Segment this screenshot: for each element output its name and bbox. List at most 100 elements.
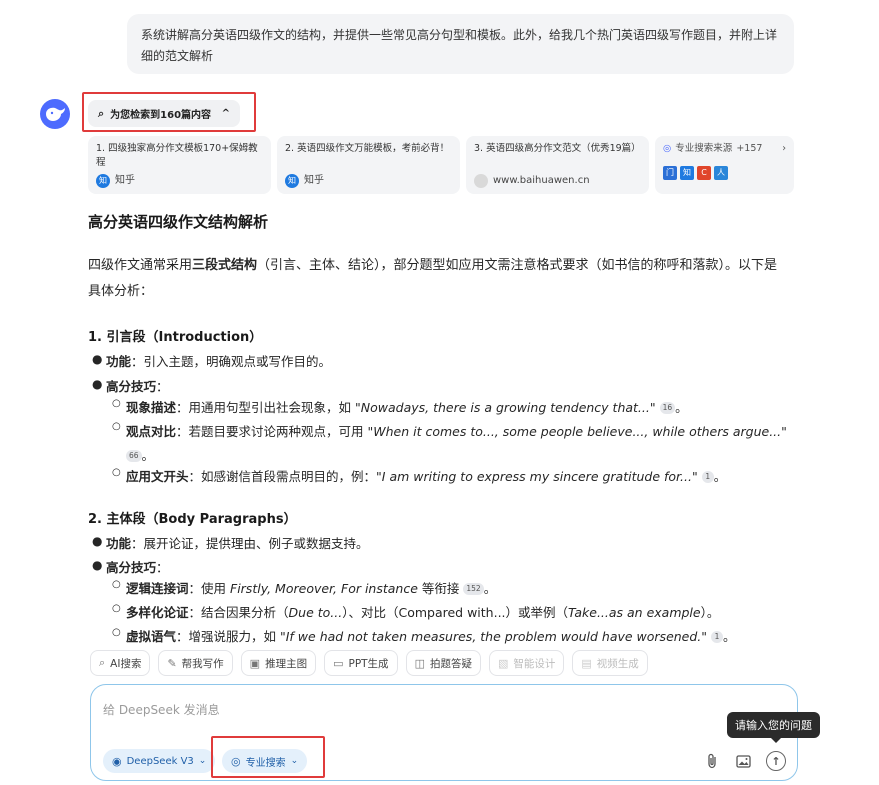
model-label: DeepSeek V3 (126, 755, 194, 767)
citation-badge[interactable]: 1 (711, 631, 724, 643)
item-label: 功能 (106, 536, 132, 551)
bullet-circle-icon: ○ (112, 603, 121, 614)
chevron-down-icon: ⌄ (290, 756, 299, 766)
intro-text: 四级作文通常采用 (88, 258, 193, 273)
source-title: 3. 英语四级高分作文范文（优秀19篇） (474, 143, 641, 154)
list-item: 多样化论证：结合因果分析（Due to...）、对比（Compared with… (126, 602, 719, 621)
source-logo-icon: C (697, 166, 711, 180)
camera-icon: ◫ (414, 656, 425, 670)
send-button[interactable]: ↑ (766, 751, 786, 771)
tip-quote: Take...as an example (568, 605, 701, 620)
tip-label: 多样化论证 (126, 605, 189, 620)
search-results-toggle[interactable]: ⌕ 为您检索到160篇内容 ^ (88, 100, 240, 127)
chevron-up-icon: ^ (221, 108, 230, 119)
citation-badge[interactable]: 66 (126, 450, 142, 462)
chevron-down-icon: ⌄ (198, 756, 207, 766)
bullet-circle-icon: ○ (112, 467, 121, 478)
tool-design-button[interactable]: ▧ 智能设计 (488, 650, 565, 676)
list-item: 现象描述：用通用句型引出社会现象，如 "Nowadays, there is a… (126, 397, 688, 416)
item-label: 功能 (106, 354, 132, 369)
pro-search-button[interactable]: ◎ 专业搜索 ⌄ (222, 749, 308, 773)
source-site: 知乎 (115, 175, 135, 186)
search-icon: ⌕ (98, 106, 105, 120)
item-label: 高分技巧 (106, 560, 157, 575)
tip-quote: "If we had not taken measures, the probl… (280, 629, 708, 644)
source-site: 知乎 (304, 175, 324, 186)
search-results-label: 为您检索到160篇内容 (110, 110, 212, 121)
tip-label: 虚拟语气 (126, 629, 177, 644)
item-text: ： (156, 379, 169, 394)
section-heading-intro: 1. 引言段（Introduction） (88, 330, 263, 345)
site-favicon-icon (474, 174, 488, 188)
design-icon: ▧ (497, 656, 509, 670)
deepseek-logo-icon: ◉ (112, 754, 122, 768)
tip-text: 。 (713, 469, 727, 484)
model-selector-button[interactable]: ◉ DeepSeek V3 ⌄ (103, 749, 216, 773)
item-text: ：引入主题，明确观点或写作目的。 (131, 354, 332, 369)
item-text: ： (156, 560, 169, 575)
whale-logo-icon (46, 107, 65, 121)
search-icon: ⌕ (99, 656, 106, 669)
citation-badge[interactable]: 1 (701, 471, 714, 483)
source-card-2[interactable]: 2. 英语四级作文万能模板，考前必背！ 知 知乎 (277, 136, 460, 194)
pro-search-icon: ◎ (231, 754, 241, 768)
bullet-dot-icon: ● (92, 352, 103, 366)
deepseek-avatar (40, 99, 70, 129)
citation-badge[interactable]: 152 (463, 583, 484, 595)
tool-video-button[interactable]: ▤ 视频生成 (572, 650, 648, 676)
source-logo-icon: 门 (663, 166, 677, 180)
tool-ai-search-button[interactable]: ⌕ AI搜索 (90, 650, 151, 676)
tip-text: ：使用 (188, 581, 230, 596)
send-tooltip: 请输入您的问题 (727, 712, 820, 743)
source-title: 2. 英语四级作文万能模板，考前必背！ (285, 143, 450, 154)
tip-text: 。 (723, 629, 736, 644)
tip-quote: "I am writing to express my sincere grat… (376, 469, 698, 484)
answer-heading: 高分英语四级作文结构解析 (88, 213, 269, 231)
tip-label: 现象描述 (126, 400, 177, 415)
tool-label: PPT生成 (348, 657, 389, 670)
message-input[interactable]: 给 DeepSeek 发消息 (103, 701, 220, 718)
tip-quote: "Nowadays, there is a growing tendency t… (355, 400, 656, 415)
tip-text: 。 (675, 400, 688, 415)
zhihu-icon: 知 (680, 166, 694, 180)
message-composer: 给 DeepSeek 发消息 ◉ DeepSeek V3 ⌄ ◎ 专业搜索 ⌄ … (90, 684, 798, 781)
source-card-1[interactable]: 1. 四级独家高分作文模板170+保姆教程 知 知乎 (88, 136, 271, 194)
tool-ppt-button[interactable]: ▭ PPT生成 (324, 650, 398, 676)
source-card-more[interactable]: ◎ 专业搜索来源 +157 › 门 知 C 人 (655, 136, 794, 194)
bullet-circle-icon: ○ (112, 579, 121, 590)
item-label: 高分技巧 (106, 379, 157, 394)
bullet-dot-icon: ● (92, 534, 103, 548)
tool-photo-qa-button[interactable]: ◫ 拍题答疑 (405, 650, 481, 676)
tool-image-button[interactable]: ▣ 推理主图 (240, 650, 317, 676)
list-item: 高分技巧： (106, 557, 169, 576)
bullet-circle-icon: ○ (112, 398, 121, 409)
more-sources-label: 专业搜索来源 (675, 143, 733, 154)
tool-label: 推理主图 (265, 657, 308, 670)
tip-text: ：结合因果分析（ (188, 605, 289, 620)
tip-label: 应用文开头 (126, 469, 189, 484)
list-item: 观点对比：若题目要求讨论两种观点，可用 "When it comes to...… (126, 420, 791, 468)
tip-text: 。 (483, 581, 497, 596)
tool-label: 视频生成 (596, 657, 639, 670)
source-site: www.baihuawen.cn (493, 175, 590, 186)
image-upload-icon[interactable] (733, 751, 753, 771)
tool-writing-button[interactable]: ✎ 帮我写作 (158, 650, 233, 676)
list-item: 逻辑连接词：使用 Firstly, Moreover, For instance… (126, 578, 496, 597)
video-icon: ▤ (581, 656, 592, 670)
pro-search-icon: ◎ (663, 143, 672, 154)
chevron-right-icon: › (782, 143, 786, 154)
tip-text: ：若题目要求讨论两种观点，可用 (176, 424, 368, 439)
source-card-3[interactable]: 3. 英语四级高分作文范文（优秀19篇） www.baihuawen.cn (466, 136, 649, 194)
bullet-circle-icon: ○ (112, 627, 121, 638)
tool-label: 帮我写作 (181, 657, 224, 670)
tool-label: 智能设计 (513, 657, 556, 670)
citation-badge[interactable]: 16 (659, 402, 676, 414)
section-heading-body: 2. 主体段（Body Paragraphs） (88, 512, 297, 527)
intro-bold: 三段式结构 (192, 258, 258, 273)
ppt-icon: ▭ (333, 656, 344, 670)
source-logo-icon: 人 (714, 166, 728, 180)
pen-icon: ✎ (167, 656, 177, 670)
tool-shortcuts-bar: ⌕ AI搜索 ✎ 帮我写作 ▣ 推理主图 ▭ PPT生成 ◫ 拍题答疑 ▧ 智能设计 ▤ 视频… (90, 650, 648, 676)
tool-label: AI搜索 (110, 657, 142, 670)
attachment-icon[interactable] (702, 751, 722, 771)
